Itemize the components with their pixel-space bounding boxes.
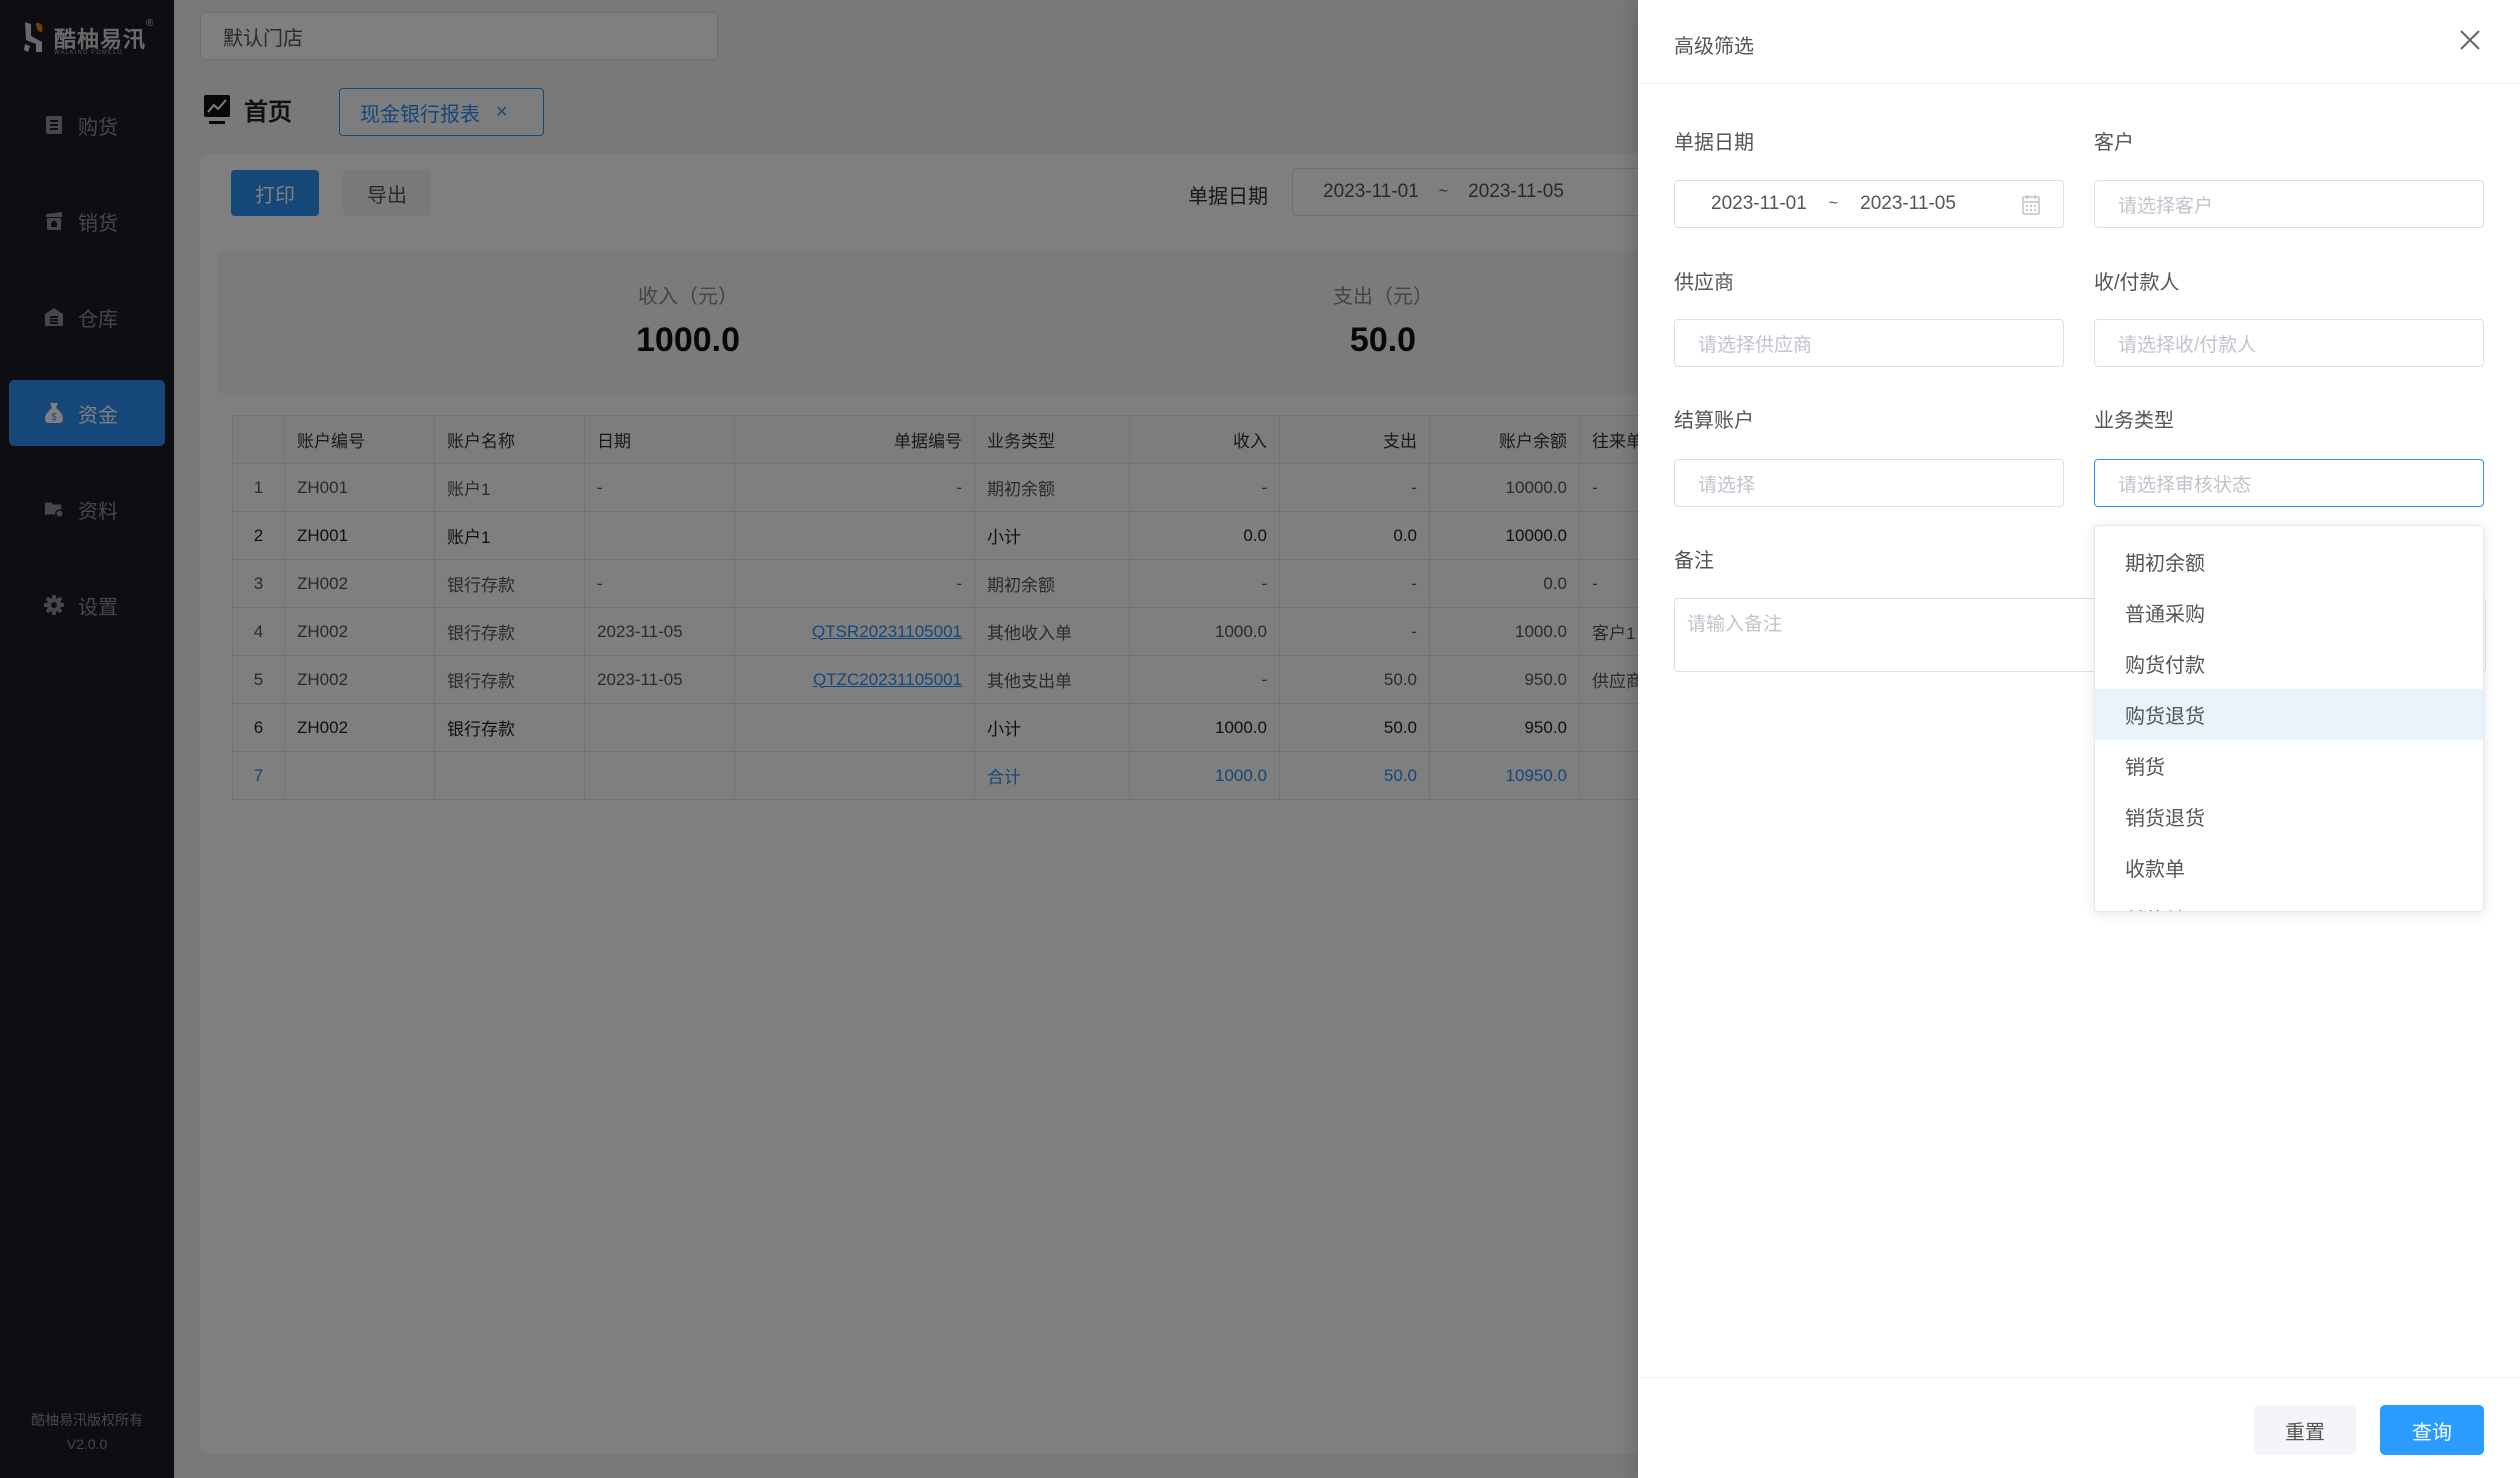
biz-type-dropdown: 期初余额普通采购购货付款购货退货销货销货退货收款单付款单 (2094, 525, 2484, 912)
date-field-label: 单据日期 (1674, 132, 1754, 154)
date-end: 2023-11-05 (1860, 193, 1956, 214)
payee-field-label: 收/付款人 (2094, 272, 2180, 294)
customer-select[interactable]: 请选择客户 (2094, 180, 2484, 228)
dropdown-option[interactable]: 销货 (2095, 740, 2483, 791)
supplier-field-label: 供应商 (1674, 272, 1734, 294)
date-start: 2023-11-01 (1711, 193, 1807, 214)
dropdown-option[interactable]: 普通采购 (2095, 587, 2483, 638)
customer-placeholder: 请选择客户 (2118, 195, 2214, 217)
supplier-placeholder: 请选择供应商 (1698, 334, 1813, 356)
remark-field-label: 备注 (1674, 550, 1714, 572)
date-separator: ~ (1828, 195, 1839, 212)
reset-button[interactable]: 重置 (2254, 1405, 2356, 1455)
dropdown-option[interactable]: 收款单 (2095, 842, 2483, 893)
payee-select[interactable]: 请选择收/付款人 (2094, 319, 2484, 367)
dropdown-option[interactable]: 付款单 (2095, 893, 2483, 911)
customer-field-label: 客户 (2094, 132, 2134, 154)
close-icon[interactable] (2456, 26, 2484, 54)
biztype-placeholder: 请选择审核状态 (2118, 474, 2252, 496)
remark-placeholder: 请输入备注 (1687, 614, 1783, 635)
drawer-title: 高级筛选 (1674, 36, 1754, 58)
dropdown-option[interactable]: 期初余额 (2095, 536, 2483, 587)
drawer-footer: 重置 查询 (1638, 1377, 2520, 1478)
date-range-field[interactable]: 2023-11-01 ~ 2023-11-05 (1674, 180, 2064, 228)
biztype-field-label: 业务类型 (2094, 410, 2174, 432)
dropdown-option[interactable]: 购货退货 (2095, 689, 2483, 740)
supplier-select[interactable]: 请选择供应商 (1674, 319, 2064, 367)
account-field-label: 结算账户 (1674, 410, 1754, 432)
payee-placeholder: 请选择收/付款人 (2118, 334, 2257, 356)
account-placeholder: 请选择 (1698, 474, 1756, 496)
dropdown-option[interactable]: 销货退货 (2095, 791, 2483, 842)
biz-type-select[interactable]: 请选择审核状态 (2094, 459, 2484, 507)
advanced-filter-drawer: 高级筛选 单据日期 2023-11-01 ~ 2023-11-05 客户 请选择… (1638, 0, 2520, 1478)
calendar-icon (2022, 195, 2040, 215)
drawer-header: 高级筛选 (1638, 0, 2520, 84)
settlement-account-select[interactable]: 请选择 (1674, 459, 2064, 507)
dropdown-option[interactable]: 购货付款 (2095, 638, 2483, 689)
query-button[interactable]: 查询 (2380, 1405, 2484, 1455)
dropdown-arrow (2126, 526, 2146, 535)
